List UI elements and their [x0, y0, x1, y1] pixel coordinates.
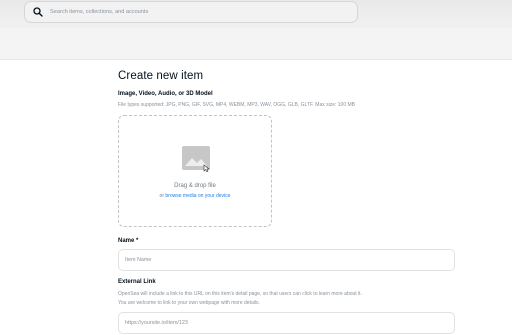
- external-link-field[interactable]: [118, 312, 455, 334]
- media-label: Image, Video, Audio, or 3D Model: [118, 91, 213, 97]
- external-link-hint-line-1: OpenSea will include a link to this URL …: [118, 291, 362, 297]
- name-label: Name *: [118, 238, 139, 244]
- dropzone-title: Drag & drop file: [174, 183, 216, 189]
- name-field[interactable]: [118, 249, 455, 271]
- page-title: Create new item: [118, 70, 204, 82]
- image-upload-icon: [182, 146, 210, 172]
- external-link-label: External Link: [118, 279, 156, 285]
- search-icon: [33, 7, 43, 17]
- name-input[interactable]: [125, 257, 445, 263]
- dropzone-subtitle: or browse media on your device: [119, 193, 271, 199]
- search-input[interactable]: [50, 5, 350, 19]
- external-link-input[interactable]: [125, 320, 445, 326]
- nav-bar: [0, 28, 512, 60]
- browse-media-link[interactable]: browse media on your device: [165, 193, 230, 199]
- search-bar[interactable]: [24, 1, 358, 23]
- external-link-hint-line-2: You are welcome to link to your own webp…: [118, 300, 260, 306]
- media-dropzone[interactable]: Drag & drop file or browse media on your…: [118, 115, 272, 227]
- media-file-types-hint: File types supported: JPG, PNG, GIF, SVG…: [118, 102, 356, 108]
- top-bar: [0, 0, 512, 28]
